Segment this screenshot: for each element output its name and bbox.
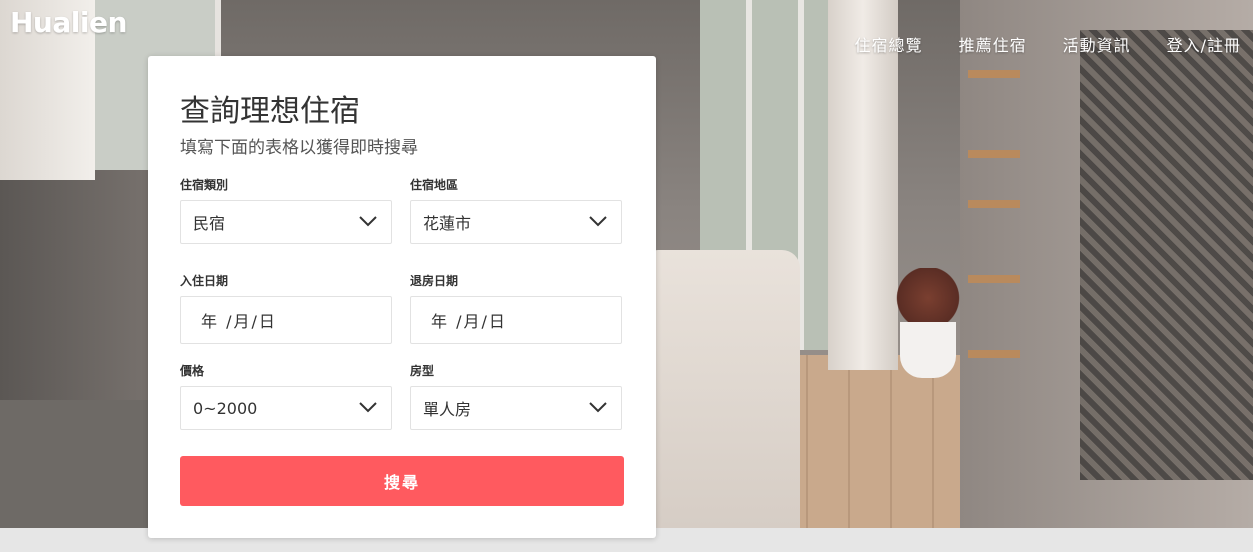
lodging-type-label: 住宿類別 <box>180 178 229 192</box>
nav-item-login-register[interactable]: 登入/註冊 <box>1167 32 1241 56</box>
brand-logo[interactable]: Hualien <box>10 6 127 39</box>
check-in-value: 年 /月/日 <box>201 312 277 331</box>
area-label: 住宿地區 <box>410 178 459 192</box>
price-select[interactable]: 0~2000 <box>180 386 392 430</box>
nav-item-overview[interactable]: 住宿總覽 <box>855 32 923 56</box>
top-nav: 住宿總覽 推薦住宿 活動資訊 登入/註冊 <box>855 32 1241 56</box>
search-button[interactable]: 搜尋 <box>180 456 624 506</box>
area-value: 花蓮市 <box>423 214 472 233</box>
price-value: 0~2000 <box>193 398 258 418</box>
chevron-down-icon <box>589 402 607 413</box>
room-type-select[interactable]: 單人房 <box>410 386 622 430</box>
lodging-type-select[interactable]: 民宿 <box>180 200 392 244</box>
chevron-down-icon <box>359 216 377 227</box>
chevron-down-icon <box>359 402 377 413</box>
area-select[interactable]: 花蓮市 <box>410 200 622 244</box>
check-out-label: 退房日期 <box>410 274 459 288</box>
chevron-down-icon <box>589 216 607 227</box>
room-type-label: 房型 <box>410 364 435 378</box>
search-subtitle: 填寫下面的表格以獲得即時搜尋 <box>180 138 418 158</box>
room-type-value: 單人房 <box>423 400 472 419</box>
price-label: 價格 <box>180 364 205 378</box>
check-out-value: 年 /月/日 <box>431 312 507 331</box>
nav-item-recommended[interactable]: 推薦住宿 <box>959 32 1027 56</box>
search-card: 查詢理想住宿 填寫下面的表格以獲得即時搜尋 住宿類別 民宿 住宿地區 花蓮市 入… <box>148 56 656 538</box>
nav-item-events[interactable]: 活動資訊 <box>1063 32 1131 56</box>
check-out-date-input[interactable]: 年 /月/日 <box>410 296 622 344</box>
check-in-date-input[interactable]: 年 /月/日 <box>180 296 392 344</box>
check-in-label: 入住日期 <box>180 274 229 288</box>
search-title: 查詢理想住宿 <box>180 94 360 129</box>
lodging-type-value: 民宿 <box>193 214 226 233</box>
